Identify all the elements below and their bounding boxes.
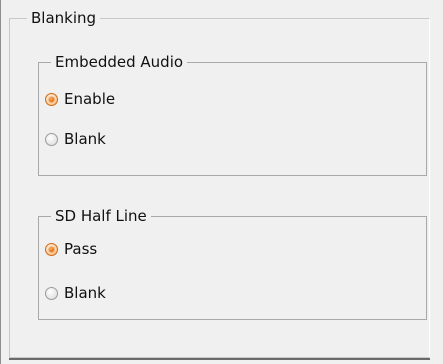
sd-half-line-pass-label: Pass — [64, 240, 98, 258]
sd-half-line-pass-option[interactable]: Pass — [45, 239, 97, 259]
embedded-audio-enable-label: Enable — [64, 90, 116, 108]
embedded-audio-enable-option[interactable]: Enable — [45, 89, 115, 109]
sd-half-line-label: SD Half Line — [51, 206, 151, 226]
embedded-audio-group: Embedded Audio Enable Blank — [38, 52, 427, 176]
radio-unselected-icon[interactable] — [45, 286, 58, 300]
blanking-title: Blanking — [27, 8, 101, 28]
embedded-audio-blank-option[interactable]: Blank — [45, 129, 106, 149]
radio-selected-icon[interactable] — [45, 92, 58, 106]
embedded-audio-label: Embedded Audio — [51, 52, 188, 72]
sd-half-line-blank-option[interactable]: Blank — [45, 283, 106, 303]
blanking-panel: Blanking Embedded Audio Enable Blank SD … — [0, 0, 443, 364]
embedded-audio-blank-label: Blank — [64, 130, 106, 148]
radio-unselected-icon[interactable] — [45, 132, 58, 146]
sd-half-line-group: SD Half Line Pass Blank — [38, 206, 427, 320]
sd-half-line-blank-label: Blank — [64, 284, 106, 302]
radio-selected-icon[interactable] — [45, 242, 58, 256]
